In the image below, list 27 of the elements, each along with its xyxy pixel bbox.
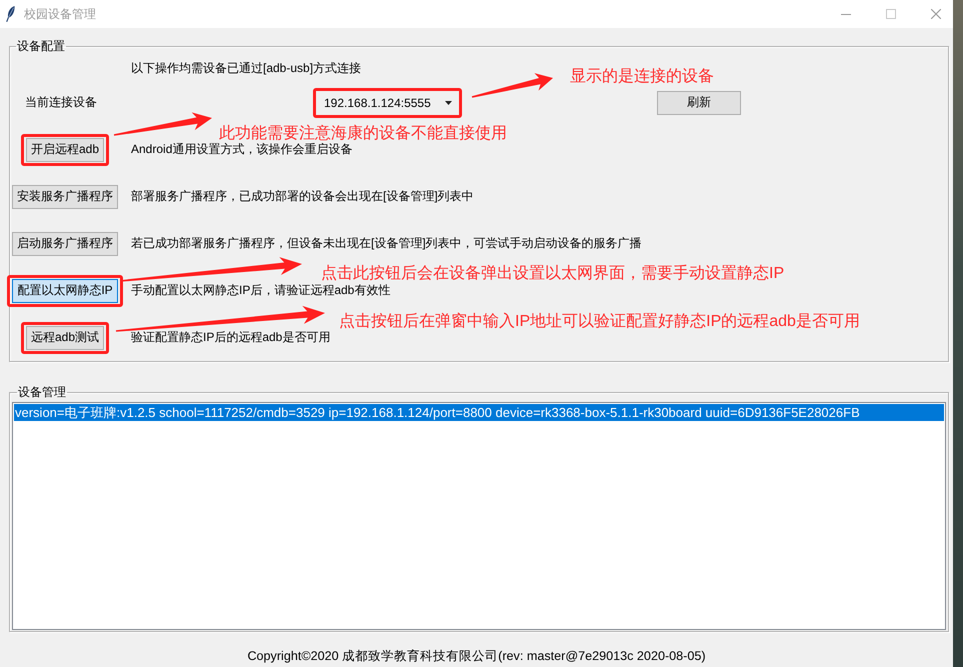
- action-button[interactable]: 安装服务广播程序: [12, 184, 118, 208]
- action-description: 部署服务广播程序，已成功部署的设备会出现在[设备管理]列表中: [131, 188, 474, 205]
- refresh-button[interactable]: 刷新: [657, 90, 741, 114]
- caret-down-icon: [445, 100, 452, 104]
- close-icon: [930, 9, 940, 19]
- group-title: 设备配置: [16, 38, 66, 54]
- device-label: 当前连接设备: [25, 94, 97, 111]
- notice-text: 以下操作均需设备已通过[adb-usb]方式连接: [131, 60, 362, 76]
- device-list[interactable]: version=电子班牌:v1.2.5 school=1117252/cmdb=3529 ip=192.168.1.124/port=8800 device=rk3368-box-5.1.1-rk30board uuid=6D9136F5E28026FB: [12, 402, 946, 630]
- action-button[interactable]: 远程adb测试: [26, 326, 104, 350]
- group-title: 设备管理: [17, 384, 67, 400]
- device-list-item[interactable]: version=电子班牌:v1.2.5 school=1117252/cmdb=3529 ip=192.168.1.124/port=8800 device=rk3368-box-5.1.1-rk30board uuid=6D9136F5E28026FB: [14, 404, 944, 421]
- feather-icon: [6, 6, 15, 22]
- action-description: 手动配置以太网静态IP后，请验证远程adb有效性: [131, 282, 390, 299]
- annotation-text: 此功能需要注意海康的设备不能直接使用: [219, 125, 507, 142]
- action-description: Android通用设置方式，该操作会重启设备: [131, 141, 352, 158]
- action-description: 验证配置静态IP后的远程adb是否可用: [131, 329, 330, 346]
- action-description: 若已成功部署服务广播程序，但设备未出现在[设备管理]列表中，可尝试手动启动设备的服务广播: [131, 235, 642, 252]
- annotation-text: 点击按钮后在弹窗中输入IP地址可以验证配置好静态IP的远程adb是否可用: [339, 313, 860, 331]
- action-button[interactable]: 开启远程adb: [26, 138, 104, 162]
- maximize-icon: [886, 9, 896, 19]
- action-button[interactable]: 启动服务广播程序: [12, 232, 118, 256]
- action-button[interactable]: 配置以太网静态IP: [12, 278, 118, 302]
- window-title: 校园设备管理: [24, 6, 97, 22]
- annotation-text: 点击此按钮后会在设备弹出设置以太网界面，需要手动设置静态IP: [321, 265, 784, 283]
- annotation-text: 显示的是连接的设备: [570, 68, 714, 86]
- copyright-text: Copyright©2020 成都致学教育科技有限公司(rev: master@7e29013c 2020-08-05): [247, 649, 706, 663]
